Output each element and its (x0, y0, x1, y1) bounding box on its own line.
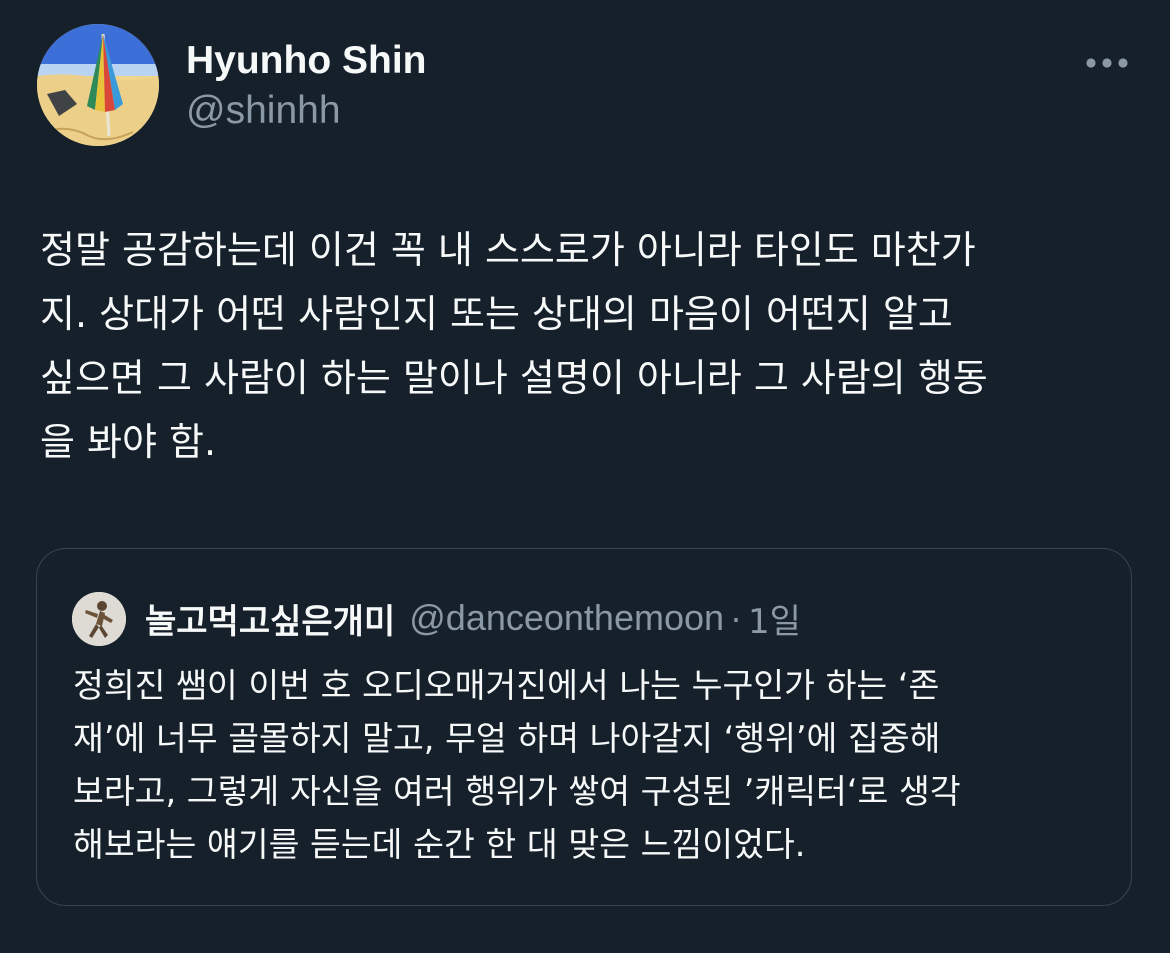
tweet-text-line: 싶으면 그 사람이 하는 말이나 설명이 아니라 그 사람의 행동 (40, 356, 988, 400)
quoted-author-handle[interactable]: @danceonthemoon (409, 597, 724, 639)
more-options-button[interactable] (1080, 48, 1134, 78)
quoted-text-line: 정희진 쌤이 이번 호 오디오매거진에서 나는 누구인가 하는 ‘존 (73, 666, 940, 705)
quoted-author-display-name[interactable]: 놀고먹고싶은개미 (145, 594, 395, 643)
quoted-tweet-header: 놀고먹고싶은개미 @danceonthemoon · 1일 (145, 591, 801, 645)
header-separator: · (730, 597, 743, 638)
quoted-text-line: 보라고, 그렇게 자신을 여러 행위가 쌓여 구성된 ’캐릭터‘로 생각 (73, 772, 961, 811)
quoted-author-avatar[interactable] (72, 592, 126, 646)
author-handle[interactable]: @shinhh (186, 88, 341, 134)
quoted-tweet-text: 정희진 쌤이 이번 호 오디오매거진에서 나는 누구인가 하는 ‘존 재’에 너… (73, 659, 1113, 871)
quoted-text-line: 재’에 너무 골몰하지 말고, 무얼 하며 나아갈지 ‘행위’에 집중해 (73, 719, 941, 758)
tweet-text-line: 지. 상대가 어떤 사람인지 또는 상대의 마음이 어떤지 알고 (40, 292, 953, 336)
quoted-tweet-card[interactable]: 놀고먹고싶은개미 @danceonthemoon · 1일 정희진 쌤이 이번 … (36, 548, 1132, 906)
tweet-text: 정말 공감하는데 이건 꼭 내 스스로가 아니라 타인도 마찬가 지. 상대가 … (40, 218, 1140, 474)
tweet-text-line: 을 봐야 함. (40, 420, 217, 464)
quoted-text-line: 해보라는 얘기를 듣는데 순간 한 대 맞은 느낌이었다. (73, 825, 806, 864)
author-avatar[interactable] (37, 24, 159, 146)
quoted-tweet-timestamp[interactable]: 1일 (748, 594, 801, 643)
ellipsis-icon (1086, 58, 1128, 68)
dancing-figure-icon (72, 592, 126, 646)
author-display-name[interactable]: Hyunho Shin (186, 38, 426, 84)
beach-umbrella-painting-icon (37, 24, 159, 146)
tweet-text-line: 정말 공감하는데 이건 꼭 내 스스로가 아니라 타인도 마찬가 (40, 228, 976, 272)
